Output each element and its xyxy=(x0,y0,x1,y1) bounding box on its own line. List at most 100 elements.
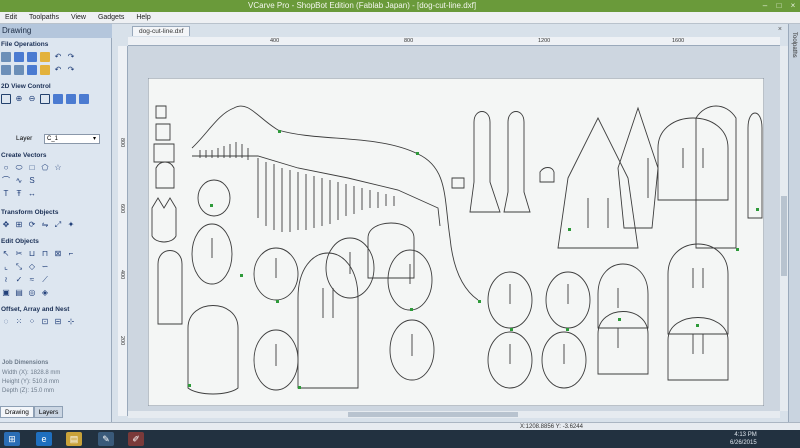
windows-start-icon[interactable]: ⊞ xyxy=(4,432,20,446)
zoom-out-icon[interactable]: ⊖ xyxy=(27,94,37,104)
horizontal-scroll-thumb[interactable] xyxy=(348,412,518,417)
vertical-scroll-thumb[interactable] xyxy=(781,196,787,276)
dimension-icon[interactable]: ↔ xyxy=(27,189,37,199)
vertical-scrollbar[interactable] xyxy=(780,46,788,411)
menu-gadgets[interactable]: Gadgets xyxy=(93,12,129,24)
join-icon[interactable]: ⌐ xyxy=(66,249,76,259)
align-icon[interactable]: ⊞ xyxy=(14,220,24,230)
offset-vector-icon[interactable]: ◌ xyxy=(1,317,11,327)
zoom-in-icon[interactable]: ⊕ xyxy=(14,94,24,104)
rotate-icon[interactable]: ⟳ xyxy=(27,220,37,230)
curve-fit-icon[interactable]: ∽ xyxy=(40,262,50,272)
save-icon[interactable] xyxy=(27,52,37,62)
close-button[interactable]: × xyxy=(786,0,800,12)
redo-step-icon[interactable]: ↷ xyxy=(66,65,76,75)
folder-icon[interactable] xyxy=(40,65,50,75)
nest-options-icon[interactable]: ⊟ xyxy=(53,317,63,327)
redo-icon[interactable]: ↷ xyxy=(66,52,76,62)
menu-view[interactable]: View xyxy=(66,12,91,24)
toolpaths-tab-strip[interactable]: Toolpaths xyxy=(788,24,800,422)
edit-objects-toolbar-4: ▣ ▤ ◎ ◈ xyxy=(0,288,50,300)
internet-explorer-icon[interactable]: e xyxy=(36,432,52,446)
node-marker xyxy=(566,328,569,331)
offset-icon[interactable]: ◎ xyxy=(27,288,37,298)
tab-drawing[interactable]: Drawing xyxy=(0,406,34,418)
menu-toolpaths[interactable]: Toolpaths xyxy=(24,12,64,24)
menu-edit[interactable]: Edit xyxy=(0,12,22,24)
distort-icon[interactable]: ✦ xyxy=(66,220,76,230)
ellipse-icon[interactable]: ⬭ xyxy=(14,163,24,173)
check-icon[interactable]: ✓ xyxy=(14,275,24,285)
vcarve-app-icon[interactable]: ✎ xyxy=(98,432,114,446)
intersect-icon[interactable]: ⊠ xyxy=(53,249,63,259)
tangent-icon[interactable]: ⟋ xyxy=(40,275,50,285)
scale-icon[interactable]: ⤢ xyxy=(53,220,63,230)
polygon-icon[interactable]: ⬠ xyxy=(40,163,50,173)
layer-dropdown[interactable]: C_1 xyxy=(44,134,100,144)
system-clock[interactable]: 4:13 PM 6/26/2015 xyxy=(730,431,757,447)
view-3d-icon[interactable] xyxy=(53,94,63,104)
node-edit-icon[interactable]: ↖ xyxy=(1,249,11,259)
maximize-button[interactable]: □ xyxy=(772,0,786,12)
pen-tool-icon[interactable]: ✐ xyxy=(128,432,144,446)
subtract-icon[interactable]: ⊓ xyxy=(40,249,50,259)
copy-along-icon[interactable]: ⊹ xyxy=(66,317,76,327)
smooth-icon[interactable]: ≀ xyxy=(1,275,11,285)
fillet-icon[interactable]: ⌞ xyxy=(1,262,11,272)
chevron-down-icon[interactable]: ▾ xyxy=(93,133,96,145)
close-vector-icon[interactable]: ◇ xyxy=(27,262,37,272)
ruler-label: 800 xyxy=(119,138,125,148)
paste-icon[interactable] xyxy=(14,65,24,75)
edit-objects-toolbar-2: ⌞ ⤡ ◇ ∽ xyxy=(0,262,50,274)
trim-icon[interactable]: ✂ xyxy=(14,249,24,259)
polyline-icon[interactable]: ○ xyxy=(1,163,11,173)
edit-objects-toolbar: ↖ ✂ ⊔ ⊓ ⊠ ⌐ xyxy=(0,249,76,261)
import-icon[interactable] xyxy=(40,52,50,62)
undo-icon[interactable]: ↶ xyxy=(53,52,63,62)
view-both-icon[interactable] xyxy=(79,94,89,104)
text-arc-icon[interactable]: Ŧ xyxy=(14,189,24,199)
circular-array-icon[interactable]: ⁘ xyxy=(27,317,37,327)
move-icon[interactable]: ✥ xyxy=(1,220,11,230)
nudge-icon[interactable]: ◈ xyxy=(40,288,50,298)
text-icon[interactable]: T xyxy=(1,189,11,199)
star-icon[interactable]: ☆ xyxy=(53,163,63,173)
group-icon[interactable]: ▣ xyxy=(1,288,11,298)
curve-icon[interactable]: ∿ xyxy=(14,176,24,186)
arc-icon[interactable]: ⌒ xyxy=(1,176,11,186)
extend-icon[interactable]: ⤡ xyxy=(14,262,24,272)
menu-help[interactable]: Help xyxy=(131,12,155,24)
minimize-button[interactable]: – xyxy=(758,0,772,12)
section-edit-objects: Edit Objects xyxy=(1,238,39,245)
copy-icon[interactable] xyxy=(1,65,11,75)
toolpaths-tab-label[interactable]: Toolpaths xyxy=(791,32,797,58)
close-document-icon[interactable]: × xyxy=(778,26,782,33)
open-file-icon[interactable] xyxy=(14,52,24,62)
material-sheet[interactable] xyxy=(148,78,764,406)
file-explorer-icon[interactable]: ▤ xyxy=(66,432,82,446)
section-create-vectors: Create Vectors xyxy=(1,152,47,159)
horizontal-scrollbar[interactable] xyxy=(128,411,780,418)
node-marker xyxy=(210,204,213,207)
transform-toolbar: ✥ ⊞ ⟳ ⇋ ⤢ ✦ xyxy=(0,220,76,232)
ungroup-icon[interactable]: ▤ xyxy=(14,288,24,298)
nest-icon[interactable]: ⊡ xyxy=(40,317,50,327)
new-file-icon[interactable] xyxy=(1,52,11,62)
mirror-icon[interactable]: ⇋ xyxy=(40,220,50,230)
view-2d-icon[interactable] xyxy=(66,94,76,104)
undo-step-icon[interactable]: ↶ xyxy=(53,65,63,75)
spline-icon[interactable]: S xyxy=(27,176,37,186)
layer-selector-row: Layer C_1 ▾ xyxy=(0,133,112,145)
weld-icon[interactable]: ⊔ xyxy=(27,249,37,259)
wave-icon[interactable]: ≈ xyxy=(27,275,37,285)
zoom-fit-icon[interactable] xyxy=(40,94,50,104)
rectangle-icon[interactable]: □ xyxy=(27,163,37,173)
array-icon[interactable]: ⁙ xyxy=(14,317,24,327)
create-vectors-toolbar: ○ ⬭ □ ⬠ ☆ xyxy=(0,163,63,175)
tab-layers[interactable]: Layers xyxy=(33,406,64,418)
left-panel-tabs: Drawing Layers xyxy=(0,406,112,418)
node-marker xyxy=(478,300,481,303)
cut-icon[interactable] xyxy=(27,65,37,75)
zoom-box-icon[interactable] xyxy=(1,94,11,104)
document-tab[interactable]: dog-cut-line.dxf xyxy=(132,26,191,36)
